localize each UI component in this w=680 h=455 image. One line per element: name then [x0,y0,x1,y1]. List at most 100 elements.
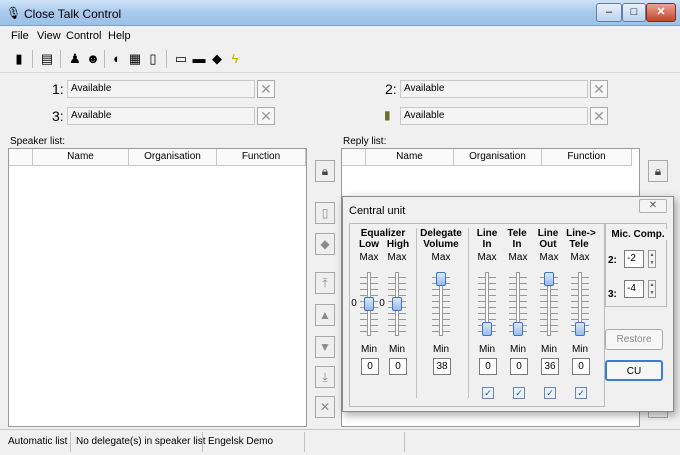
toolbar-separator [166,50,167,68]
menu-view[interactable]: View [37,30,61,42]
column-header-organisation[interactable]: Organisation [454,149,542,166]
status-profile: Engelsk Demo [208,436,274,447]
volume-header: Volume [423,239,459,250]
line-out-checkbox[interactable]: ✓ [544,387,556,399]
line-out-header-2: Out [539,239,557,250]
tele-in-checkbox[interactable]: ✓ [513,387,525,399]
lightning-icon[interactable]: ϟ [226,50,244,68]
column-header-function[interactable]: Function [542,149,632,166]
bar-icon[interactable]: ▬ [190,50,208,68]
channel-1-field: Available [67,80,255,98]
max-label: Max [539,252,559,263]
mic-comp-2-spinner[interactable]: ▲ ▼ [648,250,656,268]
menu-control[interactable]: Control [66,30,101,42]
tele-in-header-1: Tele [507,228,527,239]
group-separator [468,228,469,398]
reply-lock-button[interactable]: 🔒︎ [648,160,668,182]
microphone-icon[interactable]: ◐ [108,50,126,68]
channel-2-number: 2: [385,81,397,97]
line-out-slider[interactable] [544,272,554,286]
level-controls-frame: Equalizer Low High Delegate Volume Line … [349,223,605,407]
seats-icon[interactable]: ▦ [126,50,144,68]
move-up-button[interactable]: ▲ [315,304,335,326]
channel-1-clear-button[interactable]: ✕ [257,80,275,98]
tele-in-slider[interactable] [513,322,523,336]
cu-button[interactable]: CU [605,360,663,381]
monitor-icon[interactable]: ▭ [172,50,190,68]
central-unit-dialog: Central unit ✕ Equalizer Low High Delega… [342,196,674,412]
line-tele-slider[interactable] [575,322,585,336]
move-bottom-button[interactable]: ⤓ [315,366,335,388]
channel-1-number: 1: [52,81,64,97]
column-header-name[interactable]: Name [366,149,454,166]
equalizer-header: Equalizer [360,228,406,239]
channel-4-icon: ▮ [384,108,391,122]
delegate-header: Delegate [420,228,462,239]
menu-file[interactable]: File [11,30,29,42]
status-list-mode: Automatic list [8,436,68,447]
column-header-organisation[interactable]: Organisation [129,149,217,166]
line-tele-header-2: Tele [569,239,589,250]
status-separator [70,432,71,452]
min-label: Min [540,344,558,355]
min-label: Min [360,344,378,355]
page-icon[interactable]: ▯ [144,50,162,68]
eq-high-value: 0 [389,358,407,375]
minimize-button[interactable]: – [596,3,622,22]
status-separator [304,432,305,452]
max-label: Max [508,252,528,263]
delegate-volume-value: 38 [433,358,451,375]
toolbar-separator [104,50,105,68]
delegate-volume-slider[interactable] [436,272,446,286]
dialog-close-button[interactable]: ✕ [639,199,667,213]
line-in-checkbox[interactable]: ✓ [482,387,494,399]
column-header-index[interactable] [342,149,366,166]
column-header-index[interactable] [9,149,33,166]
connect-icon[interactable]: ▮ [10,50,28,68]
status-separator [404,432,405,452]
line-in-header-2: In [482,239,492,250]
mic-comp-3-spinner[interactable]: ▲ ▼ [648,280,656,298]
mic-comp-3-label: 3: [608,289,617,300]
eq-high-slider[interactable] [392,297,402,311]
channel-2-clear-button[interactable]: ✕ [590,80,608,98]
window-title: Close Talk Control [24,7,122,21]
delegate-button[interactable]: ◆ [315,233,335,255]
toolbar-separator [32,50,33,68]
speaker-list[interactable]: Name Organisation Function [8,148,307,427]
eq-low-value: 0 [361,358,379,375]
status-bar: Automatic list No delegate(s) in speaker… [0,429,680,455]
user-icon[interactable]: ☻ [84,50,102,68]
properties-icon[interactable]: ▤ [38,50,56,68]
channel-3-clear-button[interactable]: ✕ [257,107,275,125]
line-in-slider[interactable] [482,322,492,336]
line-tele-value: 0 [572,358,590,375]
channel-3-number: 3: [52,108,64,124]
plug-icon[interactable]: ◆ [208,50,226,68]
eq-low-slider[interactable] [364,297,374,311]
channel-4-field: Available [400,107,588,125]
close-button[interactable]: ✕ [646,3,676,22]
menu-help[interactable]: Help [108,30,131,42]
remove-button[interactable]: ✕ [315,396,335,418]
status-message: No delegate(s) in speaker list [76,436,206,447]
move-down-button[interactable]: ▼ [315,336,335,358]
mic-comp-3-input[interactable]: -4 [624,280,644,298]
min-label: Min [509,344,527,355]
line-tele-checkbox[interactable]: ✓ [575,387,587,399]
restore-button[interactable]: Restore [605,329,663,350]
toolbar: ▮ ▤ ♟ ☻ ◐ ▦ ▯ ▭ ▬ ◆ ϟ [0,45,680,73]
mic-comp-2-label: 2: [608,255,617,266]
column-header-function[interactable]: Function [217,149,306,166]
column-header-name[interactable]: Name [33,149,129,166]
mic-comp-2-input[interactable]: -2 [624,250,644,268]
page-button[interactable]: ▯ [315,202,335,224]
tele-in-value: 0 [510,358,528,375]
move-top-button[interactable]: ⤒ [315,272,335,294]
maximize-button[interactable]: □ [622,3,646,22]
min-label: Min [478,344,496,355]
lock-button[interactable]: 🔒︎ [315,160,335,182]
toolbar-separator [60,50,61,68]
channel-4-clear-button[interactable]: ✕ [590,107,608,125]
delegate-icon[interactable]: ♟ [66,50,84,68]
